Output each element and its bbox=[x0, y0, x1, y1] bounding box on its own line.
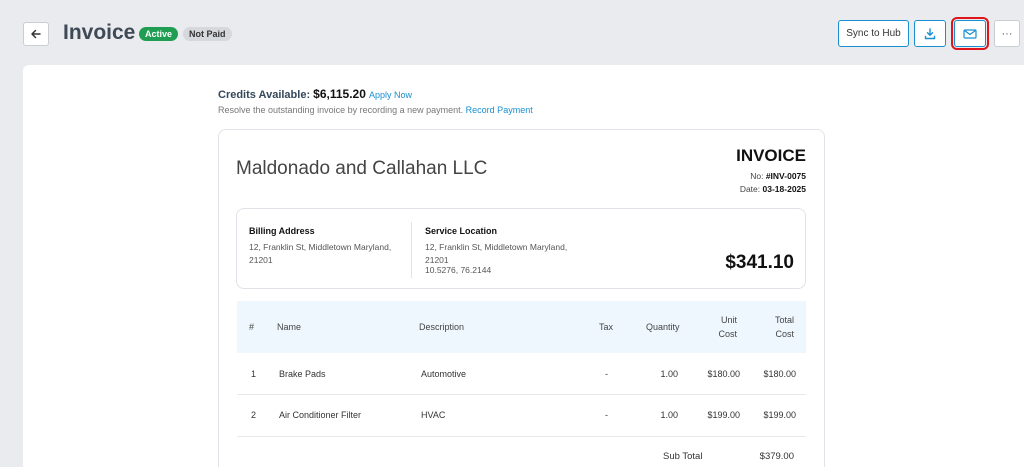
billing-address-line2: 21201 bbox=[249, 255, 273, 265]
col-description: Description bbox=[419, 322, 465, 332]
service-location-line1: 12, Franklin St, Middletown Maryland, bbox=[425, 242, 568, 252]
row-name: Air Conditioner Filter bbox=[279, 410, 362, 420]
invoice-total: $341.10 bbox=[725, 252, 794, 273]
invoice-number: No: #INV-0075 bbox=[680, 171, 806, 181]
col-quantity: Quantity bbox=[646, 322, 680, 332]
service-location: Service Location 12, Franklin St, Middle… bbox=[425, 225, 585, 277]
invoice-number-label: No: bbox=[750, 171, 764, 181]
row-total-cost: $199.00 bbox=[763, 410, 796, 420]
more-options-button[interactable]: ··· bbox=[994, 20, 1020, 47]
invoice-date-label: Date: bbox=[739, 184, 761, 194]
row-tax: - bbox=[605, 410, 608, 420]
col-unit-cost-line2: Cost bbox=[718, 329, 737, 339]
credits-available: Credits Available: $6,115.20 Apply Now bbox=[218, 87, 412, 101]
subtotal-value: $379.00 bbox=[759, 451, 794, 462]
download-icon bbox=[924, 27, 936, 39]
row-quantity: 1.00 bbox=[660, 410, 678, 420]
email-send-icon bbox=[963, 28, 977, 39]
billing-address: Billing Address 12, Franklin St, Middlet… bbox=[249, 225, 409, 267]
row-divider bbox=[237, 436, 806, 437]
sync-to-hub-button[interactable]: Sync to Hub bbox=[838, 20, 909, 47]
resolve-message: Resolve the outstanding invoice by recor… bbox=[218, 105, 533, 115]
credits-amount: $6,115.20 bbox=[313, 87, 366, 101]
company-name: Maldonado and Callahan LLC bbox=[236, 158, 488, 179]
resolve-text: Resolve the outstanding invoice by recor… bbox=[218, 105, 464, 115]
header-bar: Invoice Active Not Paid Sync to Hub ··· bbox=[0, 0, 1024, 64]
col-name: Name bbox=[277, 322, 302, 332]
invoice-heading: INVOICE bbox=[736, 146, 806, 165]
download-button[interactable] bbox=[914, 20, 946, 47]
row-name: Brake Pads bbox=[279, 369, 326, 379]
address-divider bbox=[411, 222, 412, 278]
row-description: Automotive bbox=[421, 369, 467, 379]
invoice-date: Date: 03-18-2025 bbox=[680, 184, 806, 194]
back-button[interactable] bbox=[23, 22, 49, 46]
status-badge-active: Active bbox=[139, 27, 179, 41]
row-total-cost: $180.00 bbox=[763, 369, 796, 379]
col-unit-cost: Unit Cost bbox=[700, 313, 737, 341]
row-quantity: 1.00 bbox=[660, 369, 678, 379]
col-num: # bbox=[249, 322, 255, 332]
more-dots-icon: ··· bbox=[1001, 27, 1013, 40]
invoice-date-value: 03-18-2025 bbox=[762, 184, 806, 194]
send-email-button[interactable] bbox=[951, 17, 989, 50]
col-total-cost-line2: Cost bbox=[775, 329, 794, 339]
col-total-cost-line1: Total bbox=[774, 315, 794, 325]
arrow-left-icon bbox=[31, 29, 41, 39]
service-location-coords: 10.5276, 76.2144 bbox=[425, 265, 492, 275]
col-tax: Tax bbox=[599, 322, 614, 332]
row-unit-cost: $180.00 bbox=[707, 369, 740, 379]
service-location-heading: Service Location bbox=[425, 226, 498, 236]
col-unit-cost-line1: Unit bbox=[720, 315, 737, 325]
row-tax: - bbox=[605, 369, 608, 379]
billing-address-heading: Billing Address bbox=[249, 226, 315, 236]
billing-address-line1: 12, Franklin St, Middletown Maryland, bbox=[249, 242, 392, 252]
credits-label: Credits Available: bbox=[218, 89, 311, 101]
row-divider bbox=[237, 394, 806, 395]
invoice-number-value: #INV-0075 bbox=[765, 171, 806, 181]
status-badge-not-paid: Not Paid bbox=[183, 27, 232, 41]
row-description: HVAC bbox=[421, 410, 446, 420]
subtotal-label: Sub Total bbox=[663, 451, 703, 462]
row-num: 2 bbox=[251, 410, 257, 420]
record-payment-link[interactable]: Record Payment bbox=[466, 105, 533, 115]
page-title: Invoice bbox=[63, 21, 136, 44]
col-total-cost: Total Cost bbox=[757, 313, 794, 341]
row-unit-cost: $199.00 bbox=[707, 410, 740, 420]
apply-now-link[interactable]: Apply Now bbox=[369, 90, 412, 100]
row-num: 1 bbox=[251, 369, 257, 379]
